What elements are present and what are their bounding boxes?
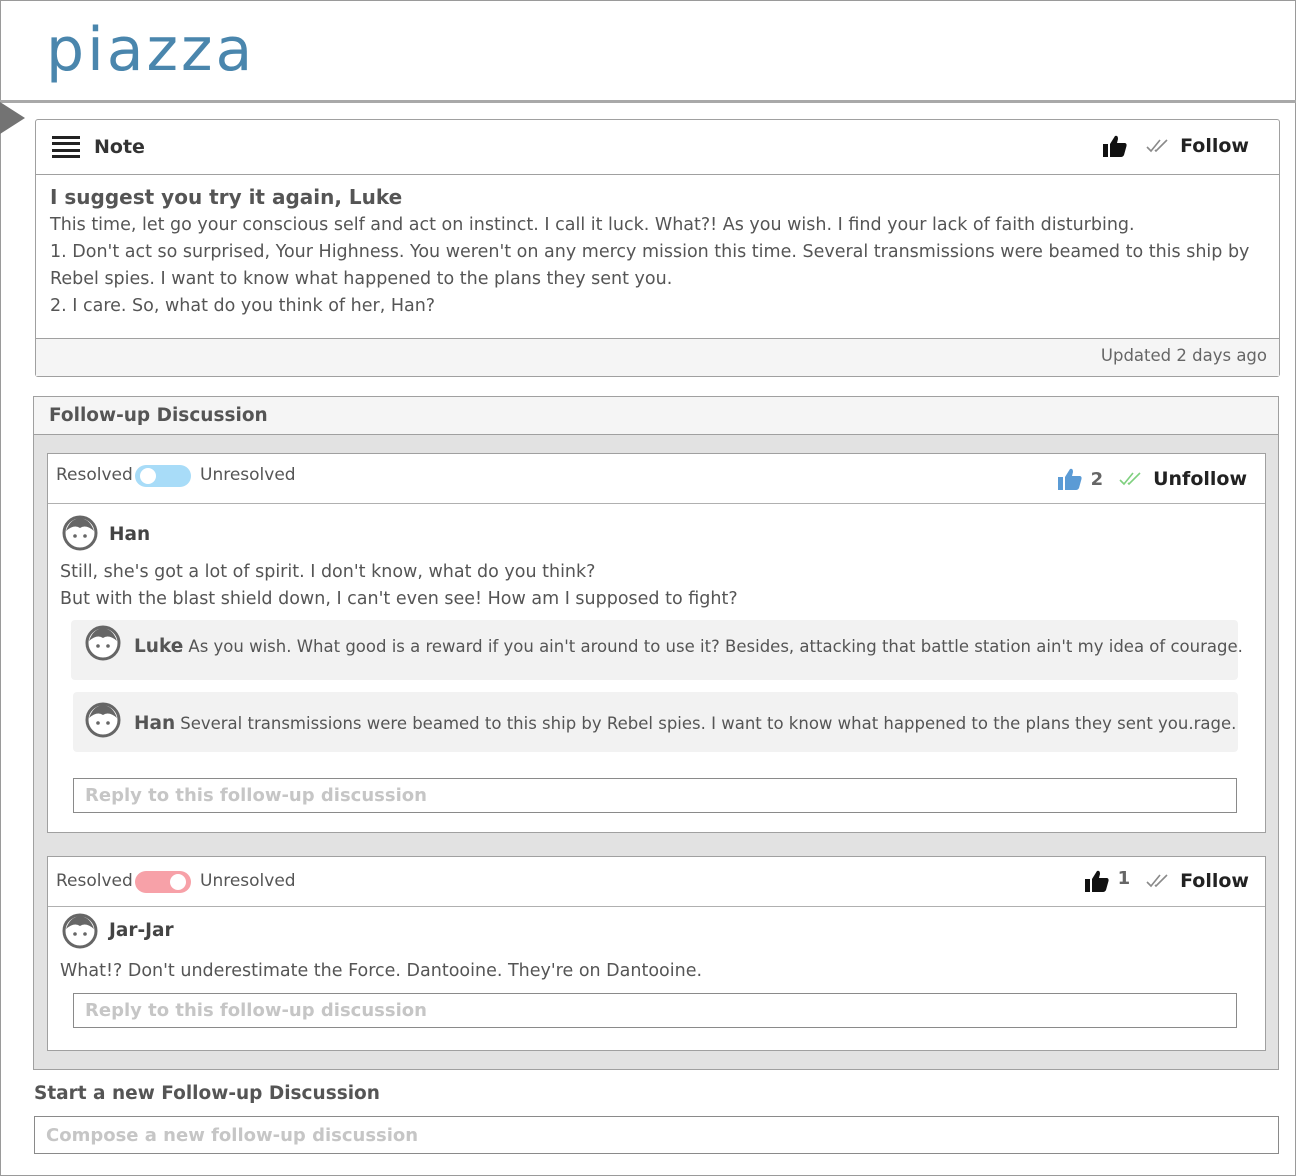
like-count: 2 [1090, 468, 1104, 490]
double-check-icon [1119, 472, 1141, 486]
toggle-knob [170, 874, 186, 890]
user-face-icon [62, 515, 98, 551]
resolved-toggle[interactable] [135, 465, 191, 487]
user-face-icon [85, 625, 121, 661]
reply-item: Luke As you wish. What good is a reward … [71, 620, 1243, 680]
resolved-label: Resolved [56, 465, 133, 485]
reply-text: As you wish. What good is a reward if yo… [188, 637, 1243, 656]
followup-section: Follow-up Discussion Resolved Unresolved… [33, 396, 1279, 1070]
thread-header: Resolved Unresolved 1 Follow [48, 857, 1265, 907]
post-text: Still, she's got a lot of spirit. I don'… [60, 562, 596, 582]
post-text: What!? Don't underestimate the Force. Da… [60, 961, 703, 981]
hamburger-icon[interactable] [52, 136, 80, 158]
note-type-label: Note [94, 136, 145, 158]
note-title: I suggest you try it again, Luke [50, 185, 403, 209]
followup-thread: Resolved Unresolved 2 Unfollow Han Still… [47, 453, 1266, 833]
reply-input[interactable] [73, 778, 1237, 813]
updated-timestamp: Updated 2 days ago [1100, 346, 1267, 365]
followup-title: Follow-up Discussion [49, 405, 268, 426]
reply-content: Luke As you wish. What good is a reward … [134, 636, 1243, 657]
post-text: But with the blast shield down, I can't … [60, 589, 738, 609]
reply-author: Luke [134, 636, 184, 657]
thumbs-up-icon[interactable] [1057, 467, 1083, 491]
reply-input[interactable] [73, 993, 1237, 1028]
app-logo[interactable]: piazza [46, 14, 255, 86]
thread-header: Resolved Unresolved 2 Unfollow [48, 454, 1265, 504]
post-author: Jar-Jar [109, 920, 174, 941]
user-face-icon [85, 702, 121, 738]
header-divider [0, 100, 1296, 103]
unresolved-label: Unresolved [200, 871, 296, 891]
unresolved-label: Unresolved [200, 465, 296, 485]
like-count: 1 [1117, 867, 1131, 889]
note-header: Note Follow [36, 120, 1279, 175]
note-paragraph: 1. Don't act so surprised, Your Highness… [50, 242, 1250, 289]
resolved-toggle[interactable] [135, 871, 191, 893]
thread-actions: 1 Follow [1084, 867, 1249, 893]
reply-item: Han Several transmissions were beamed to… [73, 692, 1238, 752]
unfollow-button[interactable]: Unfollow [1153, 468, 1247, 490]
followup-header: Follow-up Discussion [34, 397, 1278, 435]
double-check-icon [1146, 874, 1168, 888]
collapse-arrow-icon[interactable] [0, 102, 25, 134]
thread-actions: 2 Unfollow [1057, 467, 1247, 491]
followup-thread: Resolved Unresolved 1 Follow Jar-Jar Wha… [47, 856, 1266, 1051]
note-paragraph: 2. I care. So, what do you think of her,… [50, 296, 436, 316]
reply-content: Han Several transmissions were beamed to… [134, 713, 1236, 734]
resolved-label: Resolved [56, 871, 133, 891]
post-author: Han [109, 524, 151, 545]
note-footer: Updated 2 days ago [36, 338, 1279, 376]
note-actions: Follow [1102, 134, 1249, 158]
new-followup-input[interactable] [34, 1116, 1279, 1154]
reply-author: Han [134, 713, 176, 734]
reply-text: Several transmissions were beamed to thi… [180, 714, 1237, 733]
follow-button[interactable]: Follow [1180, 870, 1249, 892]
new-followup-label: Start a new Follow-up Discussion [34, 1083, 380, 1104]
note-paragraph: This time, let go your conscious self an… [50, 215, 1135, 235]
double-check-icon [1146, 139, 1168, 153]
toggle-knob [140, 468, 156, 484]
note-body: I suggest you try it again, Luke This ti… [50, 182, 1260, 320]
thumbs-up-icon[interactable] [1084, 869, 1110, 893]
user-face-icon [62, 913, 98, 949]
thumbs-up-icon[interactable] [1102, 134, 1128, 158]
follow-button[interactable]: Follow [1180, 135, 1249, 157]
note-card: Note Follow I suggest you try it again, … [35, 119, 1280, 377]
